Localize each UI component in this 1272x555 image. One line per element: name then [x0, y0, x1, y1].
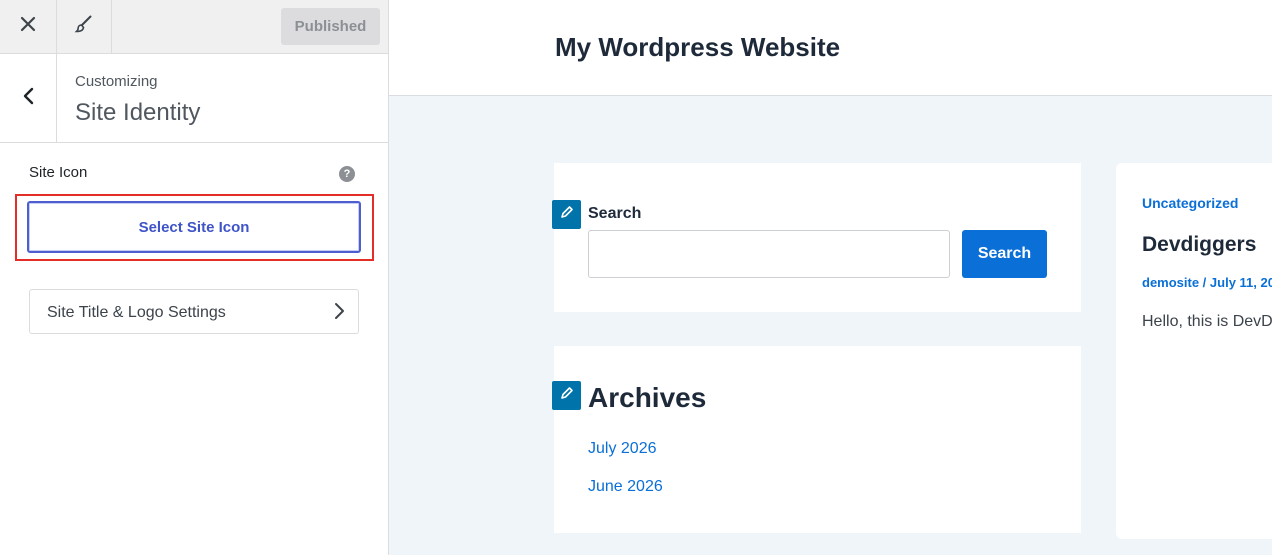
site-title[interactable]: My Wordpress Website	[555, 32, 840, 63]
chevron-left-icon	[21, 86, 35, 111]
pencil-icon	[560, 386, 574, 405]
search-input[interactable]	[588, 230, 950, 278]
archives-widget: Archives July 2026 June 2026	[552, 346, 1081, 533]
site-header: My Wordpress Website	[389, 0, 1272, 96]
site-icon-label: Site Icon	[29, 164, 88, 181]
archive-link[interactable]: July 2026	[588, 440, 657, 458]
back-button[interactable]	[0, 54, 57, 142]
search-button[interactable]: Search	[962, 230, 1047, 278]
subsection-label: Site Title & Logo Settings	[47, 304, 226, 321]
search-widget-label: Search	[588, 205, 642, 222]
chevron-right-icon	[332, 301, 346, 326]
edit-search-widget-button[interactable]	[552, 200, 581, 229]
close-button[interactable]	[0, 0, 57, 53]
edit-archives-widget-button[interactable]	[552, 381, 581, 410]
section-header: Customizing Site Identity	[0, 54, 388, 143]
help-icon[interactable]: ?	[339, 166, 355, 182]
customizer-header: Published	[0, 0, 388, 54]
paintbrush-icon	[74, 14, 94, 39]
customize-theme-button[interactable]	[57, 0, 112, 53]
post-card: Uncategorized Devdiggers demosite / July…	[1116, 163, 1272, 539]
archives-title: Archives	[588, 382, 707, 413]
search-widget: Search Search	[552, 163, 1081, 312]
breadcrumb: Customizing	[75, 73, 158, 90]
post-title[interactable]: Devdiggers	[1142, 233, 1256, 257]
site-preview: My Wordpress Website Search Search Archi…	[389, 0, 1272, 555]
close-icon	[20, 16, 36, 37]
published-button[interactable]: Published	[281, 8, 380, 45]
post-category-link[interactable]: Uncategorized	[1142, 195, 1238, 211]
select-site-icon-button[interactable]: Select Site Icon	[27, 201, 361, 253]
customizer-sidebar: Published Customizing Site Identity Site…	[0, 0, 389, 555]
pencil-icon	[560, 205, 574, 224]
site-title-logo-settings-item[interactable]: Site Title & Logo Settings	[29, 289, 359, 334]
post-meta[interactable]: demosite / July 11, 20	[1142, 275, 1272, 290]
post-excerpt: Hello, this is DevD	[1142, 313, 1272, 330]
archive-link[interactable]: June 2026	[588, 478, 663, 496]
section-title: Site Identity	[75, 99, 201, 126]
